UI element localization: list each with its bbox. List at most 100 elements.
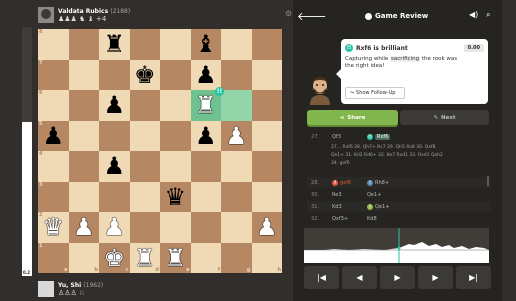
board-square-c6[interactable]: ♟ <box>99 90 130 121</box>
board-square-h4[interactable] <box>251 151 282 182</box>
play-button[interactable]: ▶ <box>380 266 415 289</box>
board-square-f2[interactable] <box>190 212 221 243</box>
board-square-f3[interactable] <box>190 181 221 212</box>
board-square-e3[interactable]: ♛ <box>160 181 191 212</box>
black-queen-icon[interactable]: ♛ <box>164 185 186 209</box>
variation-line[interactable]: 27... Rxf6 28. Qh7+ Rc7 29. Qh5 Rc8 30. … <box>331 144 489 168</box>
board-square-c3[interactable] <box>99 181 130 212</box>
board-square-g5[interactable]: ♟ <box>221 120 252 151</box>
board-square-d4[interactable] <box>129 151 160 182</box>
board-square-h8[interactable] <box>251 29 282 60</box>
board-square-f7[interactable]: ♟ <box>190 59 221 90</box>
board-square-d5[interactable] <box>129 120 160 151</box>
board-square-h3[interactable] <box>251 181 282 212</box>
bottom-player-name[interactable]: Yu, Shi (1962) <box>58 282 103 289</box>
board-square-b7[interactable] <box>68 59 99 90</box>
board-square-h1[interactable]: h <box>251 242 282 273</box>
board-square-b2[interactable]: ♟ <box>68 212 99 243</box>
board-square-e5[interactable] <box>160 120 191 151</box>
board-square-a1[interactable]: 1a <box>38 242 69 273</box>
evaluation-graph[interactable] <box>304 228 489 263</box>
share-button[interactable]: ⋖ Share <box>307 110 398 125</box>
board-square-g2[interactable] <box>221 212 252 243</box>
board-square-g8[interactable] <box>221 29 252 60</box>
board-square-a7[interactable]: 7 <box>38 59 69 90</box>
black-pawn-icon[interactable]: ♟ <box>195 124 217 148</box>
board-square-g3[interactable] <box>221 181 252 212</box>
board-square-e1[interactable]: e ♜ <box>160 242 191 273</box>
move-row[interactable]: 30. Re3 Qe1+ <box>307 189 491 200</box>
board-square-g4[interactable] <box>221 151 252 182</box>
board-square-g1[interactable]: g <box>221 242 252 273</box>
white-rook-icon[interactable]: ♜ <box>195 93 217 117</box>
board-square-c2[interactable]: ♟ <box>99 212 130 243</box>
white-pawn-icon[interactable]: ♟ <box>73 215 95 239</box>
board-square-b6[interactable] <box>68 90 99 121</box>
chessboard[interactable]: 8 ♜ ♝ 7 ♚ ♟ 6 ♟ ♜!! 5 ♟ ♟ ♟ 4 ♟ 3 ♛ 2 ♛ ♟ ♟ ♟ 1 a b c ♚ d ♜ e ♜ f g h <box>38 29 282 273</box>
white-rook-icon[interactable]: ♜ <box>164 246 186 270</box>
board-square-d7[interactable]: ♚ <box>129 59 160 90</box>
board-square-b4[interactable] <box>68 151 99 182</box>
board-square-a2[interactable]: 2 ♛ <box>38 212 69 243</box>
board-square-c7[interactable] <box>99 59 130 90</box>
board-square-a4[interactable]: 4 <box>38 151 69 182</box>
board-square-d1[interactable]: d ♜ <box>129 242 160 273</box>
first-move-button[interactable]: |◀ <box>304 266 339 289</box>
white-pawn-icon[interactable]: ♟ <box>225 124 247 148</box>
board-square-a3[interactable]: 3 <box>38 181 69 212</box>
board-square-a6[interactable]: 6 <box>38 90 69 121</box>
black-pawn-icon[interactable]: ♟ <box>103 154 125 178</box>
last-move-button[interactable]: ▶| <box>456 266 491 289</box>
board-square-d8[interactable] <box>129 29 160 60</box>
black-pawn-icon[interactable]: ♟ <box>195 63 217 87</box>
board-square-a8[interactable]: 8 <box>38 29 69 60</box>
board-square-b1[interactable]: b <box>68 242 99 273</box>
magnifier-icon[interactable]: ⌕ <box>486 10 490 20</box>
board-square-e2[interactable] <box>160 212 191 243</box>
board-square-g7[interactable] <box>221 59 252 90</box>
board-square-h5[interactable] <box>251 120 282 151</box>
black-pawn-icon[interactable]: ♟ <box>103 93 125 117</box>
arrow-left-icon[interactable]: 🡐 <box>297 9 327 23</box>
board-square-c4[interactable]: ♟ <box>99 151 130 182</box>
gear-icon[interactable]: ⚙ <box>285 9 292 18</box>
speaker-icon[interactable]: ◀) <box>469 10 478 19</box>
next-button[interactable]: ✎ Next <box>400 110 489 125</box>
board-square-f1[interactable]: f <box>190 242 221 273</box>
white-queen-icon[interactable]: ♛ <box>42 215 64 239</box>
white-pawn-icon[interactable]: ♟ <box>103 215 125 239</box>
board-square-h7[interactable] <box>251 59 282 90</box>
board-square-b3[interactable] <box>68 181 99 212</box>
white-rook-icon[interactable]: ♜ <box>134 246 156 270</box>
board-square-h6[interactable] <box>251 90 282 121</box>
black-rook-icon[interactable]: ♜ <box>103 32 125 56</box>
move-row[interactable]: 28. ? gxf6 ! Rh8+ <box>307 177 491 188</box>
black-pawn-icon[interactable]: ♟ <box>42 124 64 148</box>
white-king-icon[interactable]: ♚ <box>103 246 125 270</box>
board-square-d6[interactable] <box>129 90 160 121</box>
board-square-f6[interactable]: ♜!! <box>190 87 224 121</box>
black-bishop-icon[interactable]: ♝ <box>195 32 217 56</box>
coach-keyword[interactable]: sacrificing <box>390 56 421 62</box>
board-square-d2[interactable] <box>129 212 160 243</box>
board-square-f4[interactable] <box>190 151 221 182</box>
board-square-d3[interactable] <box>129 181 160 212</box>
board-square-b5[interactable] <box>68 120 99 151</box>
board-square-e6[interactable] <box>160 90 191 121</box>
board-square-e8[interactable] <box>160 29 191 60</box>
white-pawn-icon[interactable]: ♟ <box>256 215 278 239</box>
board-square-e7[interactable] <box>160 59 191 90</box>
show-follow-up-button[interactable]: ⤳ Show Follow-Up <box>345 87 405 99</box>
board-square-f5[interactable]: ♟ <box>190 120 221 151</box>
board-square-c1[interactable]: c ♚ <box>99 242 130 273</box>
board-square-a5[interactable]: 5 ♟ <box>38 120 69 151</box>
move-row[interactable]: 31. Kd3 ! Qe1+ <box>307 201 491 212</box>
board-square-h2[interactable]: ♟ <box>251 212 282 243</box>
board-square-c8[interactable]: ♜ <box>99 29 130 60</box>
board-square-e4[interactable] <box>160 151 191 182</box>
board-square-f8[interactable]: ♝ <box>190 29 221 60</box>
black-king-icon[interactable]: ♚ <box>134 63 156 87</box>
previous-move-button[interactable]: ◀ <box>342 266 377 289</box>
board-square-g6[interactable] <box>221 90 252 121</box>
move-list-scrollbar[interactable] <box>487 176 489 186</box>
